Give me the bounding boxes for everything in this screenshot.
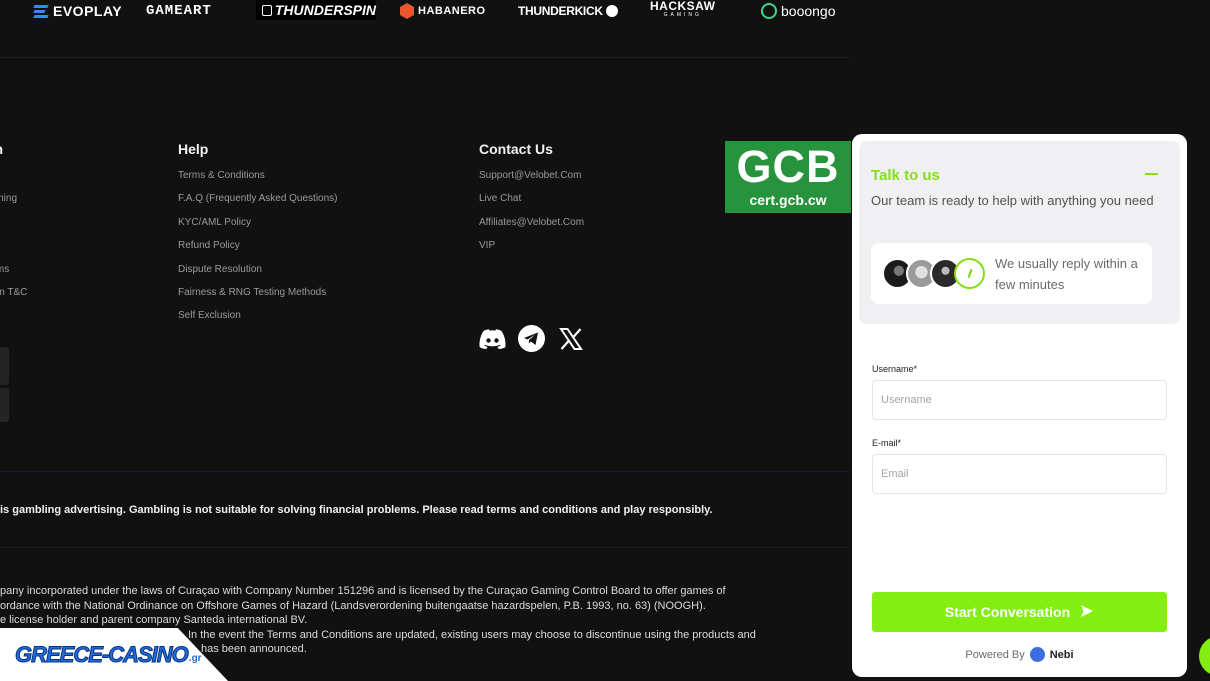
nebi-logo-icon <box>1029 647 1045 662</box>
minimize-icon[interactable] <box>1145 173 1158 175</box>
footer-link[interactable]: s <box>0 310 60 333</box>
footer-column-title: Contact Us <box>479 141 553 157</box>
footer-link-refund[interactable]: Refund Policy <box>178 240 338 263</box>
provider-gameart[interactable]: GAMEART <box>146 0 212 22</box>
provider-booongo[interactable]: booongo <box>761 0 836 22</box>
powered-by-label: Powered By <box>965 648 1025 661</box>
divider <box>0 471 850 472</box>
watermark-logo: GREECE-CASINO <box>15 641 190 667</box>
provider-thunderkick[interactable]: THUNDERKICK <box>518 0 618 22</box>
provider-habanero[interactable]: HABANERO <box>400 0 486 22</box>
divider <box>0 57 850 58</box>
discord-icon[interactable] <box>479 325 506 352</box>
x-icon[interactable] <box>557 325 584 352</box>
booongo-logo-icon <box>761 3 777 19</box>
side-tab[interactable] <box>0 347 9 385</box>
gcb-badge-url: cert.gcb.cw <box>749 192 827 208</box>
provider-thunderspin[interactable]: THUNDERSPIN <box>256 0 376 20</box>
start-conversation-label: Start Conversation <box>944 604 1071 620</box>
provider-name: EVOPLAY <box>53 3 123 19</box>
footer-link[interactable]: tails <box>0 170 60 193</box>
provider-hacksaw[interactable]: HACKSAW GAMING <box>650 0 716 24</box>
provider-name: THUNDERSPIN <box>274 2 376 18</box>
side-tab[interactable] <box>0 388 9 422</box>
provider-name: HACKSAW <box>650 0 716 13</box>
start-conversation-button[interactable]: Start Conversation <box>872 592 1167 632</box>
provider-name: THUNDERKICK <box>518 4 603 18</box>
provider-name: booongo <box>781 3 836 19</box>
evoplay-logo-icon <box>33 4 49 18</box>
chat-subtitle: Our team is ready to help with anything … <box>871 193 1154 208</box>
footer-link[interactable]: Terms <box>0 264 60 287</box>
footer-column-title: Help <box>178 141 209 157</box>
powered-by: Powered By Nebi <box>852 647 1187 662</box>
legal-line: pany incorporated under the laws of Cura… <box>0 585 726 597</box>
footer-link-support-email[interactable]: Support@Velobet.Com <box>479 170 584 193</box>
footer-link-dispute[interactable]: Dispute Resolution <box>178 264 338 287</box>
footer-column-title: ion <box>0 141 60 157</box>
social-links <box>479 325 584 352</box>
thunderspin-logo-icon <box>262 4 272 16</box>
gambling-disclaimer: is gambling advertising. Gambling is not… <box>0 504 713 516</box>
provider-subname: GAMING <box>663 12 702 18</box>
footer-link-live-chat[interactable]: Live Chat <box>479 193 584 216</box>
footer-link-self-exclusion[interactable]: Self Exclusion <box>178 310 338 333</box>
powered-by-brand[interactable]: Nebi <box>1050 649 1074 661</box>
legal-line: e license holder and parent company Sant… <box>0 614 308 627</box>
watermark-tld: .gr <box>188 653 202 664</box>
divider <box>0 547 850 548</box>
footer-link[interactable]: gram T&C <box>0 287 60 310</box>
gcb-license-badge[interactable]: GCB cert.gcb.cw <box>725 141 851 213</box>
provider-name: GAMEART <box>146 3 212 19</box>
agent-avatars <box>882 258 985 290</box>
thunderkick-logo-icon <box>605 5 618 17</box>
gcb-badge-title: GCB <box>736 141 840 192</box>
footer-link-vip[interactable]: VIP <box>479 240 584 263</box>
footer-link-affiliates-email[interactable]: Affiliates@Velobet.Com <box>479 217 584 240</box>
email-label: E-mail* <box>872 438 902 448</box>
provider-evoplay[interactable]: EVOPLAY <box>33 0 123 22</box>
footer-link[interactable]: Gaming <box>0 193 60 216</box>
reply-time-card: We usually reply within a few minutes <box>871 243 1152 304</box>
provider-logos-strip: EVOPLAY GAMEART THUNDERSPIN HABANERO THU… <box>0 0 850 24</box>
footer-link-kyc[interactable]: KYC/AML Policy <box>178 217 338 240</box>
habanero-logo-icon <box>400 3 414 19</box>
provider-name: HABANERO <box>418 5 486 17</box>
footer-column-info: ion tails Gaming y Terms gram T&C s <box>0 141 60 334</box>
send-arrow-icon <box>1080 604 1094 621</box>
footer-link[interactable]: y <box>0 217 60 240</box>
chat-widget: Talk to us Our team is ready to help wit… <box>852 134 1187 677</box>
lightning-icon <box>954 258 985 289</box>
footer-column-contact: Contact Us Support@Velobet.Com Live Chat… <box>479 141 584 264</box>
legal-line: ordance with the National Ordinance on O… <box>0 599 706 612</box>
footer-column-help: Help Terms & Conditions F.A.Q (Frequentl… <box>178 141 338 334</box>
chat-title: Talk to us <box>871 167 940 184</box>
footer-link-terms[interactable]: Terms & Conditions <box>178 170 338 193</box>
footer-link-faq[interactable]: F.A.Q (Frequently Asked Questions) <box>178 193 338 216</box>
email-input[interactable] <box>872 454 1167 494</box>
chat-launcher-button[interactable] <box>1199 636 1210 676</box>
username-input[interactable] <box>872 380 1167 420</box>
username-label: Username* <box>872 364 918 374</box>
telegram-icon[interactable] <box>518 325 545 352</box>
footer-link-fairness[interactable]: Fairness & RNG Testing Methods <box>178 287 338 310</box>
footer-link[interactable] <box>0 240 60 263</box>
reply-time-note: We usually reply within a few minutes <box>995 256 1138 292</box>
